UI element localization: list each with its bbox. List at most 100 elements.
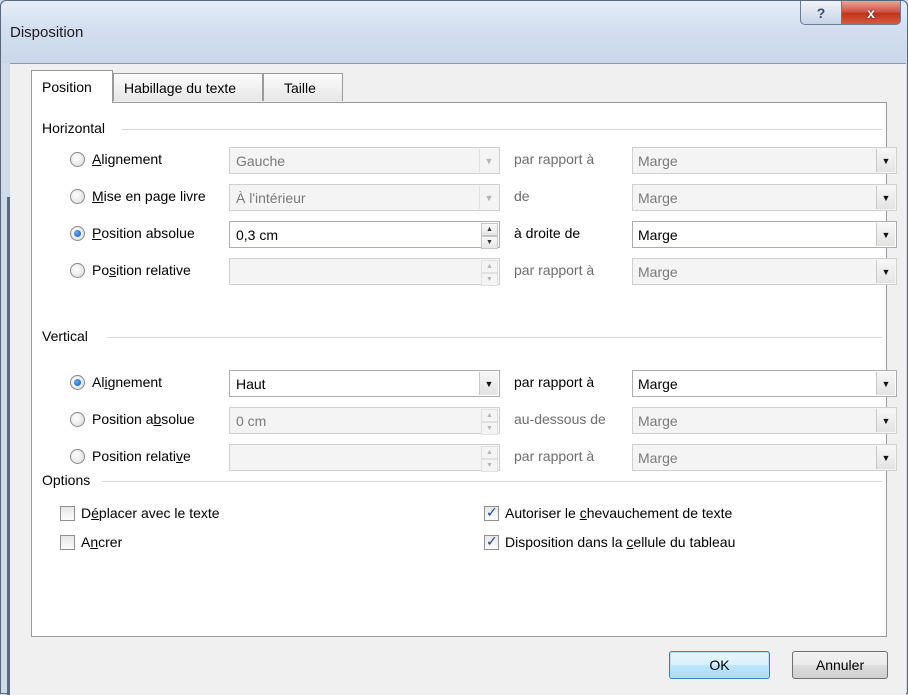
- chevron-down-icon[interactable]: ▼: [479, 149, 498, 172]
- vertical-spin-field[interactable]: 0 cm ▲ ▼: [229, 407, 500, 435]
- relative-to-label: à droite de: [514, 225, 581, 241]
- title-bar[interactable]: Disposition ? x: [1, 1, 907, 63]
- options-group-label: Options: [42, 472, 97, 488]
- spin-up-icon[interactable]: ▲: [481, 223, 498, 236]
- spin-buttons[interactable]: ▲ ▼: [481, 409, 498, 435]
- horizontal-radio[interactable]: [70, 152, 85, 167]
- label-part: Position a: [92, 411, 154, 427]
- cancel-label: Annuler: [815, 657, 865, 673]
- cancel-button[interactable]: Annuler: [792, 651, 888, 679]
- relative-to-label: par rapport à: [514, 151, 595, 167]
- ok-label: OK: [709, 657, 730, 673]
- relative-to-dropdown[interactable]: Marge ▼: [632, 147, 897, 174]
- relative-to-dropdown[interactable]: Marge ▼: [632, 444, 897, 471]
- label-accelerator: A: [92, 151, 102, 167]
- vertical-dropdown-field[interactable]: Haut ▼: [229, 370, 500, 397]
- spin-down-icon[interactable]: ▼: [481, 422, 498, 435]
- label-part: lignement: [101, 151, 163, 167]
- label-part: ition relative: [116, 262, 191, 278]
- horizontal-dropdown-field[interactable]: À l'intérieur ▼: [229, 184, 500, 211]
- spin-down-icon[interactable]: ▼: [481, 459, 498, 472]
- help-icon: ?: [816, 4, 826, 21]
- dialog-client-area: Position Habillage du texte Taille Horiz…: [10, 63, 906, 695]
- ok-button[interactable]: OK: [669, 651, 770, 679]
- horizontal-radio-label: Alignement: [92, 151, 162, 167]
- vertical-radio[interactable]: [70, 412, 85, 427]
- spin-buttons[interactable]: ▲ ▼: [481, 260, 498, 286]
- relative-to-value: Marge: [638, 153, 678, 169]
- relative-to-value: Marge: [638, 413, 678, 429]
- anchor-label: Ancrer: [81, 534, 123, 550]
- relative-to-dropdown[interactable]: Marge ▼: [632, 370, 897, 397]
- relative-to-dropdown[interactable]: Marge ▼: [632, 221, 897, 248]
- horizontal-row: Position relative ▲ ▼ par rapport à Marge ▼: [32, 256, 897, 286]
- horizontal-group-label: Horizontal: [42, 120, 112, 136]
- field-value: 0,3 cm: [236, 227, 279, 243]
- window-title: Disposition: [10, 24, 84, 41]
- relative-to-label: par rapport à: [514, 374, 595, 390]
- tab-size[interactable]: Taille: [263, 73, 343, 101]
- spin-down-icon[interactable]: ▼: [481, 273, 498, 286]
- chevron-down-icon[interactable]: ▼: [876, 223, 895, 246]
- relative-to-dropdown[interactable]: Marge ▼: [632, 258, 897, 285]
- label-accelerator: v: [176, 448, 184, 464]
- tab-text-wrapping[interactable]: Habillage du texte: [113, 73, 263, 101]
- layout-in-cell-checkbox[interactable]: [484, 533, 499, 550]
- spin-buttons[interactable]: ▲ ▼: [481, 223, 498, 249]
- tab-label: Position: [42, 79, 92, 95]
- horizontal-row: Alignement Gauche ▼ par rapport à Marge ▼: [32, 145, 897, 175]
- horizontal-row: Mise en page livre À l'intérieur ▼ de Marge ▼: [32, 182, 897, 212]
- relative-to-label: de: [514, 188, 530, 204]
- relative-to-value: Marge: [638, 227, 678, 243]
- chevron-down-icon[interactable]: ▼: [876, 446, 895, 469]
- relative-to-dropdown[interactable]: Marge ▼: [632, 184, 897, 211]
- spin-down-icon[interactable]: ▼: [481, 236, 498, 249]
- tab-position[interactable]: Position: [31, 70, 113, 103]
- anchor-checkbox[interactable]: [60, 535, 75, 550]
- allow-overlap-checkbox[interactable]: [484, 504, 499, 521]
- chevron-down-icon[interactable]: ▼: [876, 260, 895, 283]
- relative-to-dropdown[interactable]: Marge ▼: [632, 407, 897, 434]
- spin-up-icon[interactable]: ▲: [481, 409, 498, 422]
- vertical-row: Position absolue 0 cm ▲ ▼ au-dessous de Marge…: [32, 405, 897, 435]
- vertical-group-label: Vertical: [42, 328, 94, 344]
- group-divider: [107, 337, 882, 338]
- spin-buttons[interactable]: ▲ ▼: [481, 446, 498, 472]
- label-part: solue: [161, 411, 195, 427]
- spin-up-icon[interactable]: ▲: [481, 446, 498, 459]
- horizontal-radio[interactable]: [70, 189, 85, 204]
- vertical-radio[interactable]: [70, 449, 85, 464]
- help-button[interactable]: ?: [800, 1, 842, 25]
- vertical-spin-field[interactable]: ▲ ▼: [229, 444, 500, 472]
- relative-to-value: Marge: [638, 376, 678, 392]
- vertical-radio-label: Position absolue: [92, 411, 195, 427]
- field-value: Haut: [236, 376, 266, 392]
- vertical-radio-label: Alignement: [92, 374, 162, 390]
- relative-to-label: au-dessous de: [514, 411, 606, 427]
- chevron-down-icon[interactable]: ▼: [876, 409, 895, 432]
- horizontal-radio[interactable]: [70, 226, 85, 241]
- chevron-down-icon[interactable]: ▼: [876, 372, 895, 395]
- close-button[interactable]: x: [841, 1, 901, 25]
- label-part: osition absolue: [101, 225, 195, 241]
- spin-up-icon[interactable]: ▲: [481, 260, 498, 273]
- allow-overlap-label: Autoriser le chevauchement de texte: [505, 505, 733, 521]
- chevron-down-icon[interactable]: ▼: [876, 186, 895, 209]
- relative-to-value: Marge: [638, 450, 678, 466]
- horizontal-radio[interactable]: [70, 263, 85, 278]
- tab-label: Habillage du texte: [124, 80, 237, 96]
- label-part: Po: [92, 262, 110, 278]
- chevron-down-icon[interactable]: ▼: [479, 186, 498, 209]
- chevron-down-icon[interactable]: ▼: [479, 372, 498, 395]
- horizontal-dropdown-field[interactable]: Gauche ▼: [229, 147, 500, 174]
- move-with-text-checkbox[interactable]: [60, 506, 75, 521]
- horizontal-radio-label: Position relative: [92, 262, 191, 278]
- chevron-down-icon[interactable]: ▼: [876, 149, 895, 172]
- vertical-radio[interactable]: [70, 375, 85, 390]
- field-value: Gauche: [236, 153, 286, 169]
- label-part: Al: [92, 374, 105, 390]
- dialog-window: Disposition ? x Position Habillage du te…: [0, 0, 908, 695]
- horizontal-spin-field[interactable]: 0,3 cm ▲ ▼: [229, 221, 500, 249]
- group-divider: [102, 481, 882, 482]
- horizontal-spin-field[interactable]: ▲ ▼: [229, 258, 500, 286]
